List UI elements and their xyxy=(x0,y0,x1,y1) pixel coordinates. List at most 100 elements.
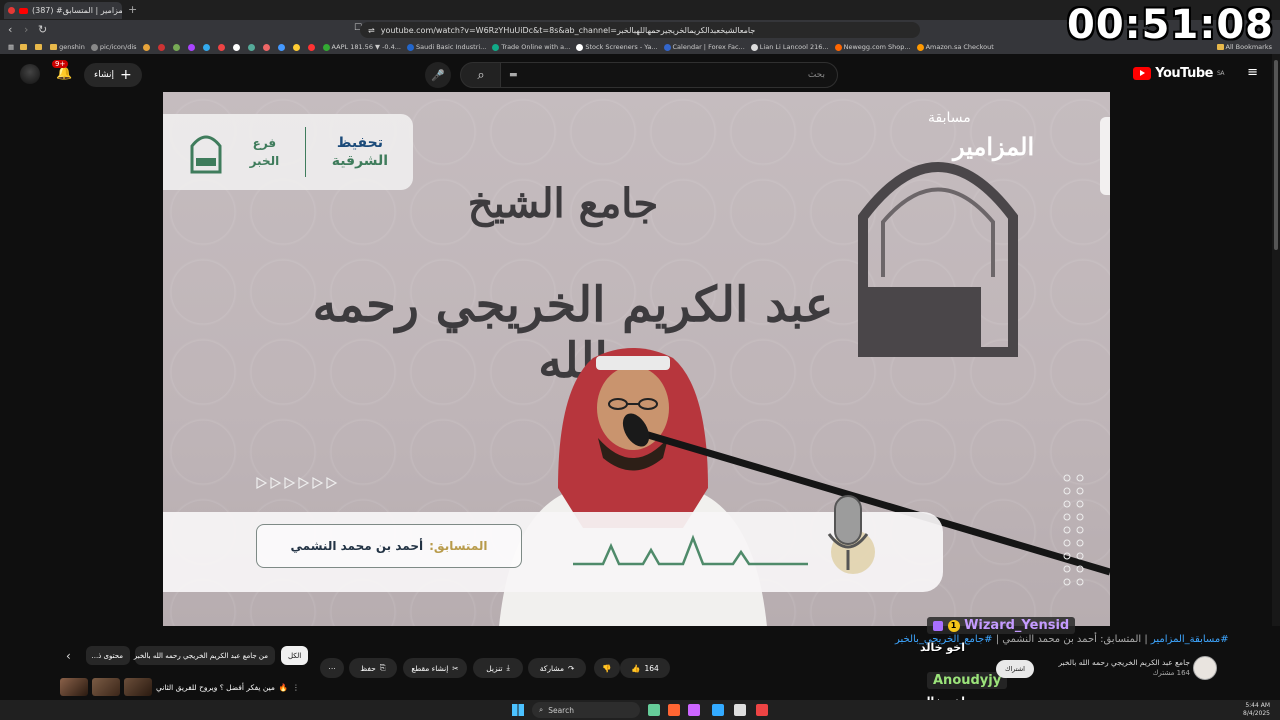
windows-start-icon[interactable] xyxy=(512,704,524,716)
chat-badge-icon xyxy=(933,620,943,631)
brand-small-text: مسابقة xyxy=(928,110,971,126)
divider xyxy=(304,127,306,177)
voice-search-icon[interactable]: 🎤 xyxy=(425,62,451,88)
bookmark-item[interactable]: Trade Online with a... xyxy=(492,43,570,51)
hashtag-link[interactable]: #مسابقة_المزامير xyxy=(1151,634,1229,645)
dislike-button[interactable]: 👎 xyxy=(594,658,620,678)
microphone-icon xyxy=(827,495,875,574)
branch-text: فرع الخبر xyxy=(249,136,280,168)
thumbs-up-icon: 👍 xyxy=(631,663,641,673)
video-thumbnail xyxy=(92,678,120,696)
taskbar-search[interactable]: ⌕ Search xyxy=(532,702,640,718)
app-icon[interactable] xyxy=(688,704,700,716)
calligraphy-title-line1: جامع الشيخ xyxy=(467,180,659,227)
save-button[interactable]: ⎘ حفظ xyxy=(349,658,397,678)
bookmark-item[interactable]: Newegg.com Shop... xyxy=(834,43,911,51)
like-button[interactable]: 164 👍 xyxy=(620,658,670,678)
contestant-name: أحمد بن محمد النشمي xyxy=(290,539,424,553)
share-icon: ↷ xyxy=(567,663,575,673)
avatar[interactable] xyxy=(20,64,40,84)
menu-icon[interactable]: ≡ xyxy=(1247,65,1258,80)
more-vert-icon[interactable]: ⋮ xyxy=(292,683,300,692)
scissors-icon: ✂ xyxy=(452,663,459,673)
video-thumbnail xyxy=(124,678,152,696)
bookmark-item[interactable]: genshin xyxy=(50,43,85,51)
channel-name[interactable]: جامع عبد الكريم الخريجي رحمه الله بالخبر xyxy=(1040,657,1190,668)
chat-username: 1 Wizard_Yensid xyxy=(927,617,1076,634)
bookmark-item[interactable]: AAPL 181.56 ▼ -0.4... xyxy=(322,43,401,51)
recommended-video[interactable]: ⋮ 🔥 مين يفكر أفضل ؟ ويروح للفريق الثاني xyxy=(60,678,300,696)
video-thumbnail xyxy=(60,678,88,696)
back-icon[interactable]: ‹ xyxy=(8,23,12,36)
chip-related[interactable]: محتوى ذ... xyxy=(86,646,130,665)
chat-message: اخو خالد xyxy=(920,641,965,654)
bookmark-item[interactable]: Calendar | Forex Fac... xyxy=(663,43,745,51)
tahfeez-text: تحفيظ الشرقية xyxy=(331,135,389,169)
stream-timer: 00:51:08 xyxy=(1067,2,1274,48)
capcut-icon[interactable] xyxy=(734,704,746,716)
folder-icon[interactable] xyxy=(35,44,43,50)
subscribe-button[interactable]: اشتراك xyxy=(996,660,1034,678)
url-text: youtube.com/watch?v=W6RzYHuUiDc&t=8s&ab_… xyxy=(380,25,756,35)
save-icon: ⎘ xyxy=(379,663,386,672)
plus-icon: + xyxy=(120,67,132,83)
bookmark-item[interactable]: Stock Screeners - Ya... xyxy=(576,43,658,51)
audio-wave-graphic xyxy=(573,534,808,566)
subscriber-count: 164 مشترك xyxy=(1152,669,1190,677)
mosque-window-graphic xyxy=(858,162,1018,357)
recording-icon xyxy=(8,7,15,14)
notifications-bell-icon[interactable]: 🔔 9+ xyxy=(52,60,72,81)
tab-title: (387) #مسابقة_المزامير | المتسابق xyxy=(32,6,122,15)
browser-tab[interactable]: (387) #مسابقة_المزامير | المتسابق × xyxy=(4,2,122,19)
tahfeez-logo-panel: فرع الخبر تحفيظ الشرقية xyxy=(163,114,413,190)
youtube-header: 🔔 9+ إنشاء + 🎤 ⌕ ▬ بحث YouTube SA ≡ xyxy=(0,54,1280,92)
new-tab-button[interactable]: + xyxy=(128,3,137,16)
channel-avatar[interactable] xyxy=(1193,656,1217,680)
mosque-logo-icon xyxy=(190,135,222,174)
search-icon: ⌕ xyxy=(539,705,544,714)
download-button[interactable]: ⤓ تنزيل xyxy=(473,658,523,678)
steam-icon[interactable] xyxy=(712,704,724,716)
forward-icon[interactable]: › xyxy=(24,23,28,36)
url-field[interactable]: ⇌ youtube.com/watch?v=W6RzYHuUiDc&t=8s&a… xyxy=(360,22,920,38)
create-label: إنشاء xyxy=(94,70,115,80)
search-icon: ⌕ xyxy=(477,67,485,83)
search-placeholder: بحث xyxy=(807,70,825,80)
keyboard-icon[interactable]: ▬ xyxy=(509,70,518,80)
page-scrollbar[interactable] xyxy=(1272,54,1280,626)
xbox-icon[interactable] xyxy=(648,704,660,716)
apps-icon[interactable]: ▦ xyxy=(8,43,14,51)
contestant-lower-third: المتسابق: أحمد بن محمد النشمي xyxy=(163,495,943,592)
chip-all[interactable]: الكل xyxy=(281,646,309,665)
recommended-video-title: مين يفكر أفضل ؟ ويروح للفريق الثاني xyxy=(156,682,275,692)
bookmark-item[interactable]: Lian Li Lancool 216... xyxy=(750,43,829,51)
site-info-icon[interactable]: ⇌ xyxy=(368,26,375,35)
youtube-play-icon xyxy=(1133,67,1152,80)
thumbs-down-icon: 👎 xyxy=(602,663,612,673)
bookmark-item[interactable]: Saudi Basic Industri... xyxy=(406,43,486,51)
notifications-badge: 9+ xyxy=(52,60,69,68)
windows-taskbar: ⌕ Search 5:44 AM 8/4/2025 xyxy=(0,700,1280,720)
youtube-logo[interactable]: YouTube SA xyxy=(1133,66,1225,81)
create-button[interactable]: إنشاء + xyxy=(84,63,142,87)
taskbar-clock[interactable]: 5:44 AM 8/4/2025 xyxy=(1243,702,1270,718)
channel-info[interactable]: جامع عبد الكريم الخريجي رحمه الله بالخبر… xyxy=(1040,657,1190,679)
video-player[interactable]: فرع الخبر تحفيظ الشرقية جامع الشيخ عبد ا… xyxy=(163,92,1110,626)
youtube-favicon xyxy=(19,7,28,14)
obs-icon[interactable] xyxy=(756,704,768,716)
bookmark-item[interactable]: pic/icon/dis xyxy=(90,43,137,51)
bookmark-item[interactable]: Amazon.sa Checkout xyxy=(916,43,994,51)
more-actions-button[interactable]: ⋯ xyxy=(320,658,344,678)
contestant-name-box: المتسابق: أحمد بن محمد النشمي xyxy=(256,524,522,568)
decorative-dots xyxy=(1063,474,1084,586)
chip-from-channel[interactable]: من جامع عبد الكريم الخريجي رحمه الله بال… xyxy=(134,646,275,665)
folder-icon[interactable] xyxy=(20,44,28,50)
search-button[interactable]: ⌕ xyxy=(460,62,502,88)
share-button[interactable]: ↷ مشاركة xyxy=(528,658,586,678)
clip-button[interactable]: ✂ إنشاء مقطع xyxy=(403,658,467,678)
brave-icon[interactable] xyxy=(668,704,680,716)
reload-icon[interactable]: ↻ xyxy=(38,23,47,36)
search-input[interactable]: ▬ بحث xyxy=(500,62,838,88)
chevron-left-icon[interactable]: ‹ xyxy=(66,649,71,663)
contestant-label: المتسابق: xyxy=(429,539,488,553)
